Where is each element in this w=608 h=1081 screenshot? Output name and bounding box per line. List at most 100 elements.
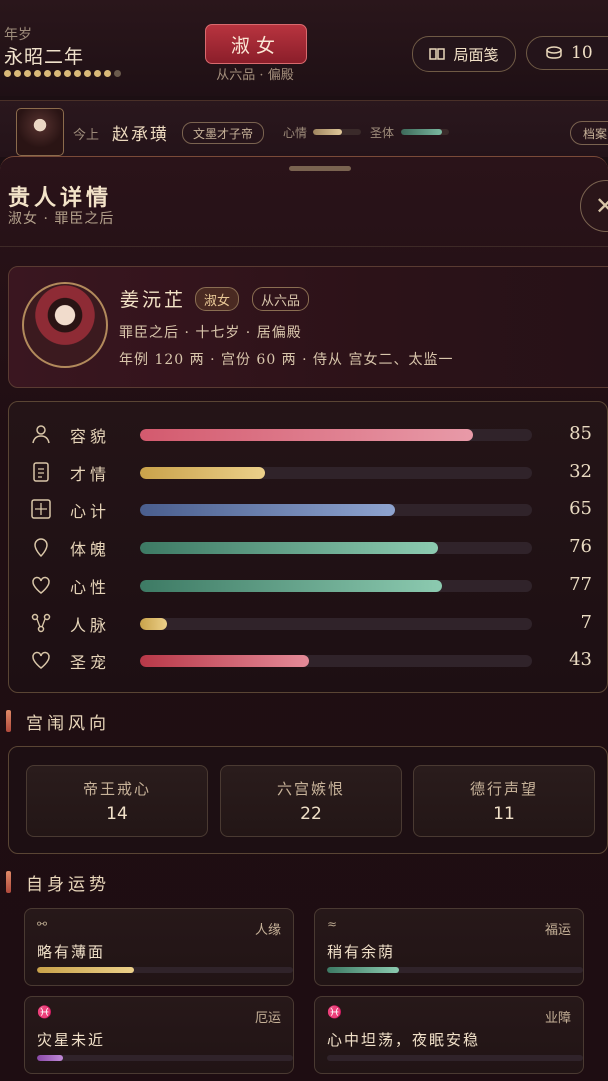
grid-icon <box>31 499 51 520</box>
stat-bar-fill <box>140 504 395 517</box>
dot <box>114 70 121 77</box>
pisces-icon: ♓ <box>327 1005 342 1019</box>
archive-button[interactable]: 档案 <box>570 121 608 145</box>
fortune-text: 心中坦荡，夜眠安稳 <box>327 1031 481 1049</box>
emperor-tag: 文墨才子帝 <box>182 122 265 144</box>
progress-dots <box>4 70 121 77</box>
dot <box>14 70 21 77</box>
drag-handle[interactable] <box>289 166 351 171</box>
network-icon <box>31 613 51 632</box>
fortune-text: 稍有余荫 <box>327 943 396 961</box>
dot <box>44 70 51 77</box>
stat-value: 76 <box>569 536 592 558</box>
stat-bar-fill <box>140 655 309 668</box>
emperor-avatar[interactable] <box>16 108 64 156</box>
stat-row: 圣宠 43 <box>0 645 608 675</box>
fortune-text: 灾星未近 <box>37 1031 106 1049</box>
pin-icon <box>34 538 48 558</box>
person-icon <box>32 425 50 444</box>
stat-bar <box>140 579 532 592</box>
stat-value: 85 <box>569 423 592 444</box>
fortune-bar <box>37 967 293 973</box>
era-label: 年岁 <box>4 27 32 43</box>
dot <box>84 70 91 77</box>
stat-bar <box>140 429 532 441</box>
coin-count: 10 <box>571 43 593 63</box>
stat-value: 43 <box>569 649 592 671</box>
divider <box>0 246 608 247</box>
trend-title: 宫闱风向 <box>26 714 110 734</box>
emperor-name: 赵承璜 <box>112 125 169 145</box>
stat-value: 7 <box>580 611 592 633</box>
mood-label: 心情 <box>283 126 308 140</box>
fortune-card[interactable]: ≈ 福运稍有余荫 <box>314 908 584 986</box>
trend-value: 11 <box>493 804 515 824</box>
trend-label: 德行声望 <box>469 780 538 798</box>
fortune-category: 人缘 <box>254 923 281 938</box>
rank-button[interactable]: 淑女 <box>205 24 307 64</box>
stat-label: 体魄 <box>70 540 111 560</box>
stat-bar <box>140 542 532 555</box>
stat-label: 心性 <box>70 577 111 597</box>
dot <box>4 70 11 77</box>
grade-tag: 从六品 <box>252 287 310 311</box>
fortune-bar <box>327 967 583 973</box>
rank-tag: 淑女 <box>195 287 240 311</box>
fortune-bar-fill <box>37 1055 63 1061</box>
coin-counter[interactable]: 10 <box>526 36 608 70</box>
consort-allowance: 年例 120 两 · 宫份 60 两 · 侍从 宫女二、太监一 <box>119 352 454 368</box>
stat-label: 才情 <box>70 464 111 484</box>
stat-row: 才情 32 <box>0 457 608 487</box>
stat-bar-fill <box>140 542 438 555</box>
trend-label: 六宫嫉恨 <box>276 780 345 798</box>
stat-row: 人脉 7 <box>0 608 608 638</box>
era-year: 永昭二年 <box>4 46 85 68</box>
fortune-bar-fill <box>327 967 399 973</box>
section-marker <box>6 871 11 893</box>
close-icon: ✕ <box>595 192 608 220</box>
trend-value: 22 <box>300 804 322 824</box>
section-marker <box>6 710 11 732</box>
emperor-label: 今上 <box>73 128 100 143</box>
dot <box>104 70 111 77</box>
wave-icon: ≈ <box>327 917 338 931</box>
health-bar-fill <box>401 129 442 135</box>
heart-icon <box>32 576 50 594</box>
fortune-category: 福运 <box>544 923 571 938</box>
book-button-label: 局面笺 <box>453 45 499 64</box>
stat-bar <box>140 466 532 479</box>
stat-label: 心计 <box>70 502 111 522</box>
fortune-card[interactable]: ⚯ 人缘略有薄面 <box>24 908 294 986</box>
stat-bar-fill <box>140 466 266 479</box>
stat-row: 体魄 76 <box>0 532 608 562</box>
book-button[interactable]: 局面笺 <box>412 36 516 72</box>
health-label: 圣体 <box>370 126 395 140</box>
stat-row: 容貌 85 <box>0 419 608 449</box>
fortune-card[interactable]: ♓ 厄运 灾星未近 <box>24 996 294 1074</box>
fortune-text: 略有薄面 <box>37 943 106 961</box>
stat-value: 77 <box>569 573 592 595</box>
coin-icon <box>546 46 562 59</box>
stat-label: 人脉 <box>70 615 111 635</box>
trend-card[interactable]: 六宫嫉恨 22 <box>220 765 402 837</box>
mood-bar-fill <box>313 129 342 135</box>
scroll-icon <box>33 461 49 482</box>
stat-bar-fill <box>140 579 442 592</box>
fortune-card[interactable]: ♓ 业障心中坦荡，夜眠安稳 <box>314 996 584 1074</box>
mood-bar <box>313 129 361 135</box>
trend-value: 14 <box>106 804 128 824</box>
dot <box>34 70 41 77</box>
consort-avatar[interactable] <box>22 282 108 368</box>
panel-subtitle: 淑女 · 罪臣之后 <box>8 211 115 227</box>
stat-row: 心性 77 <box>0 570 608 600</box>
stat-bar-fill <box>140 429 474 441</box>
trend-card[interactable]: 帝王戒心 14 <box>26 765 208 837</box>
network-icon: ⚯ <box>37 917 48 931</box>
stat-bar-fill <box>140 617 168 630</box>
fortune-category: 厄运 <box>254 1011 281 1026</box>
dot <box>94 70 101 77</box>
health-bar <box>401 129 449 135</box>
trend-card[interactable]: 德行声望 11 <box>413 765 595 837</box>
trend-label: 帝王戒心 <box>82 780 151 798</box>
fortune-category: 业障 <box>544 1011 571 1026</box>
